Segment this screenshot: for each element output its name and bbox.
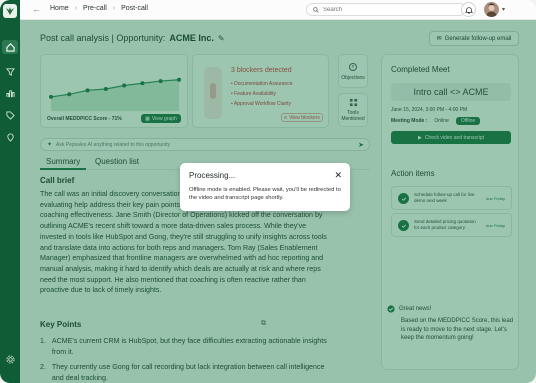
settings-icon[interactable] bbox=[5, 354, 15, 364]
dialog-message: Offline mode is enabled. Please wait, yo… bbox=[189, 187, 341, 201]
breadcrumb-pre-call[interactable]: Pre-call bbox=[83, 5, 107, 12]
top-bar: ← Home › Pre-call › Post-call bbox=[20, 0, 536, 20]
left-nav-rail bbox=[0, 0, 20, 383]
chevron-right-icon: › bbox=[112, 5, 116, 12]
chevron-down-icon[interactable]: ▾ bbox=[502, 6, 505, 13]
home-icon[interactable] bbox=[2, 40, 18, 54]
breadcrumb-post-call[interactable]: Post-call bbox=[121, 5, 148, 12]
processing-dialog: Processing... ✕ Offline mode is enabled.… bbox=[180, 163, 350, 211]
breadcrumb: Home › Pre-call › Post-call bbox=[50, 5, 148, 12]
dialog-title: Processing... bbox=[189, 171, 236, 180]
user-avatar[interactable] bbox=[484, 2, 499, 17]
app-window: ← Home › Pre-call › Post-call ▾ Post cal… bbox=[0, 0, 536, 383]
app-logo[interactable] bbox=[3, 4, 17, 18]
close-icon[interactable]: ✕ bbox=[334, 170, 342, 181]
back-arrow-icon[interactable]: ← bbox=[32, 4, 41, 14]
search-icon bbox=[313, 6, 319, 13]
location-icon[interactable] bbox=[5, 132, 15, 142]
filter-icon[interactable] bbox=[5, 66, 15, 76]
search-box[interactable] bbox=[306, 3, 466, 16]
search-input[interactable] bbox=[323, 6, 453, 13]
tag-icon[interactable] bbox=[5, 110, 15, 120]
notification-bell-icon[interactable] bbox=[461, 2, 476, 17]
analytics-icon[interactable] bbox=[5, 88, 15, 98]
chevron-right-icon: › bbox=[74, 5, 78, 12]
breadcrumb-home[interactable]: Home bbox=[50, 5, 69, 12]
